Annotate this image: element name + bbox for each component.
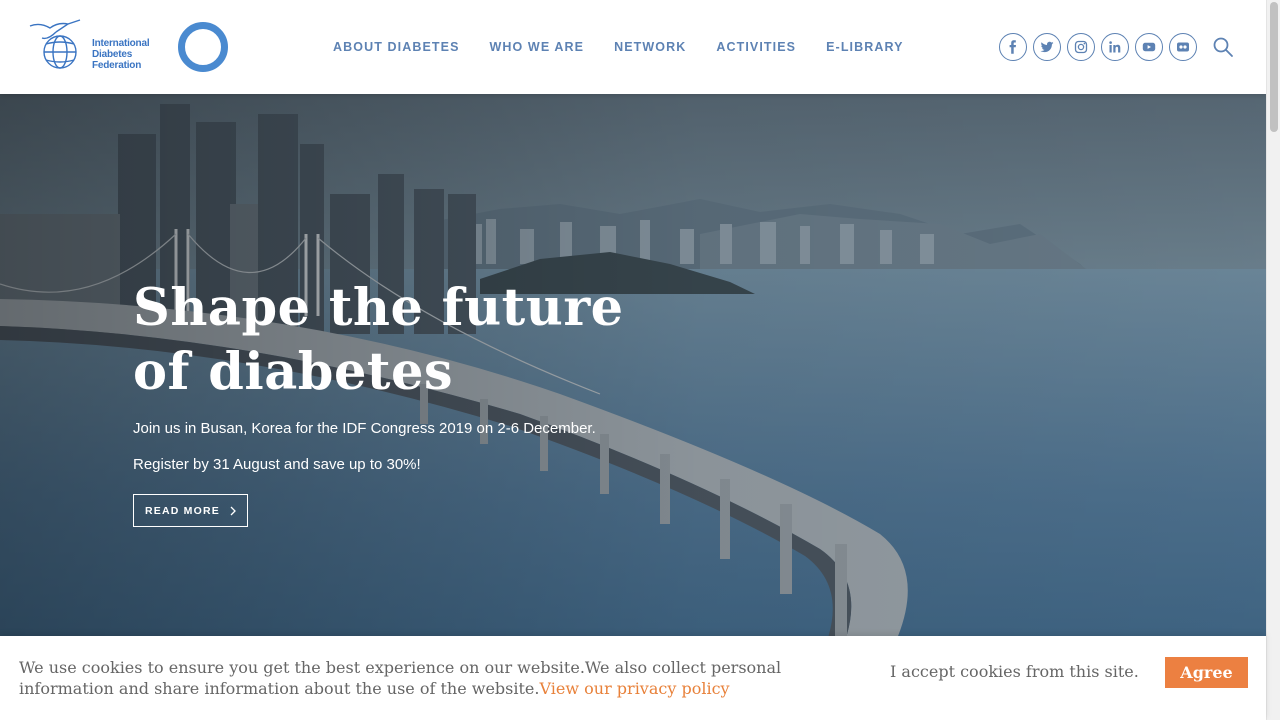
logo-line-3: Federation (92, 60, 142, 71)
globe-bird-logo-icon (29, 19, 81, 69)
hero-description: Join us in Busan, Korea for the IDF Cong… (133, 420, 596, 437)
hero-banner: Shape the future of diabetes Join us in … (0, 94, 1266, 720)
search-icon[interactable] (1212, 36, 1234, 58)
youtube-icon[interactable] (1135, 33, 1163, 61)
hero-register-note: Register by 31 August and save up to 30%… (133, 456, 421, 473)
site-header: International Diabetes Federation ABOUT … (0, 0, 1266, 94)
agree-button[interactable]: Agree (1165, 657, 1248, 688)
cookie-message: We use cookies to ensure you get the bes… (19, 657, 819, 699)
page-scrollbar[interactable] (1266, 0, 1280, 720)
nav-who-we-are[interactable]: WHO WE ARE (490, 40, 585, 54)
cookie-accept-text: I accept cookies from this site. (890, 662, 1139, 681)
nav-about-diabetes[interactable]: ABOUT DIABETES (333, 40, 460, 54)
hero-title-line-2: of diabetes (133, 342, 454, 402)
nav-e-library[interactable]: E-LIBRARY (826, 40, 904, 54)
busan-bridge-photo (0, 94, 1266, 720)
blue-circle-logo[interactable] (178, 22, 228, 72)
cookie-banner: We use cookies to ensure you get the bes… (0, 636, 1266, 720)
facebook-icon[interactable] (999, 33, 1027, 61)
instagram-icon[interactable] (1067, 33, 1095, 61)
scrollbar-thumb[interactable] (1270, 2, 1278, 132)
logo-line-2: Diabetes (92, 49, 133, 60)
chevron-right-icon (230, 506, 236, 515)
social-links (999, 33, 1197, 61)
idf-logo[interactable]: International Diabetes Federation (28, 18, 168, 74)
twitter-icon[interactable] (1033, 33, 1061, 61)
nav-network[interactable]: NETWORK (614, 40, 686, 54)
main-nav: ABOUT DIABETES WHO WE ARE NETWORK ACTIVI… (333, 40, 904, 54)
read-more-button[interactable]: READ MORE (133, 494, 248, 527)
hero-title: Shape the future of diabetes (133, 276, 624, 404)
read-more-label: READ MORE (145, 504, 220, 517)
nav-activities[interactable]: ACTIVITIES (716, 40, 796, 54)
logo-wordmark: International Diabetes Federation (92, 38, 150, 71)
logo-line-1: International (92, 38, 150, 49)
flickr-icon[interactable] (1169, 33, 1197, 61)
linkedin-icon[interactable] (1101, 33, 1129, 61)
hero-title-line-1: Shape the future (133, 278, 624, 338)
privacy-policy-link[interactable]: View our privacy policy (539, 679, 729, 698)
